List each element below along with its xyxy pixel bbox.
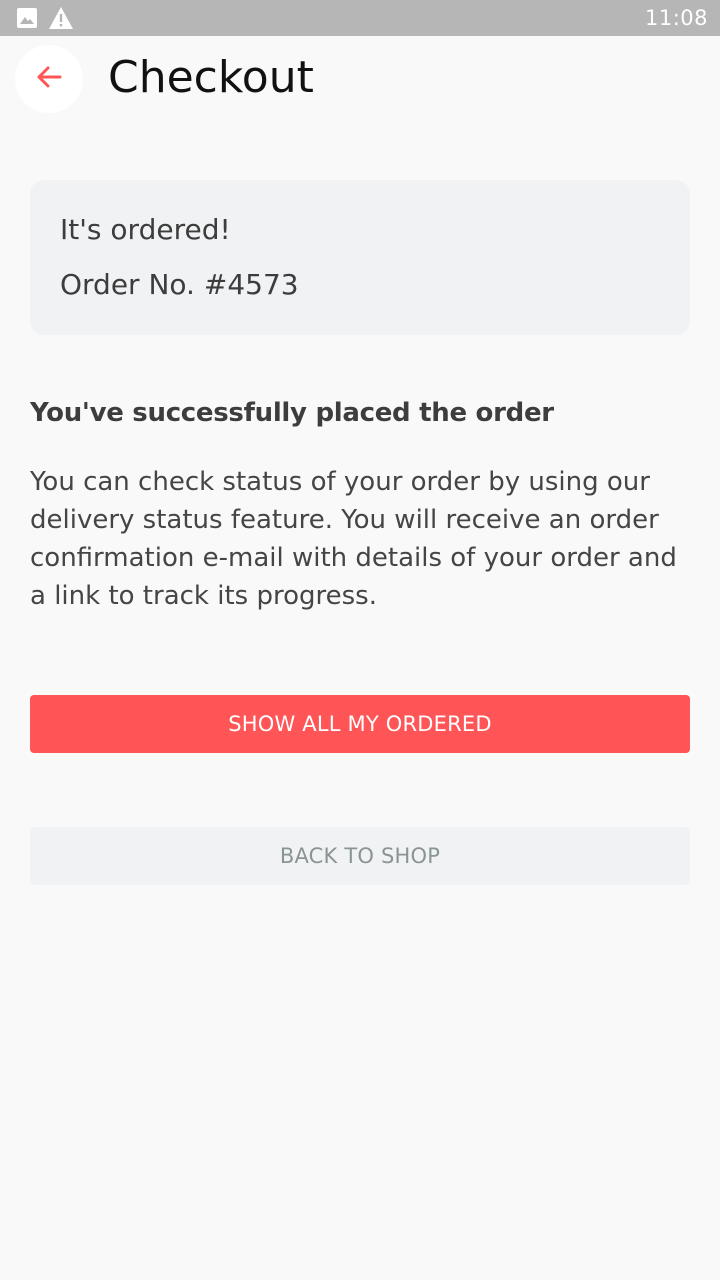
order-number: Order No. #4573	[60, 268, 299, 301]
back-button[interactable]	[15, 45, 83, 113]
success-heading: You've successfully placed the order	[30, 398, 554, 428]
warning-icon	[48, 6, 74, 34]
order-confirmation-card: It's ordered! Order No. #4573	[30, 180, 690, 335]
page-title: Checkout	[108, 52, 314, 103]
arrow-left-icon	[34, 62, 64, 96]
status-bar: 11:08	[0, 0, 720, 36]
order-status-text: It's ordered!	[60, 213, 231, 246]
app-header: Checkout	[0, 36, 720, 124]
image-icon	[16, 7, 38, 33]
show-all-orders-button[interactable]: SHOW ALL MY ORDERED	[30, 695, 690, 753]
status-icons	[16, 6, 74, 34]
success-description: You can check status of your order by us…	[30, 467, 677, 611]
status-time: 11:08	[644, 6, 708, 30]
back-to-shop-button[interactable]: BACK TO SHOP	[30, 827, 690, 885]
